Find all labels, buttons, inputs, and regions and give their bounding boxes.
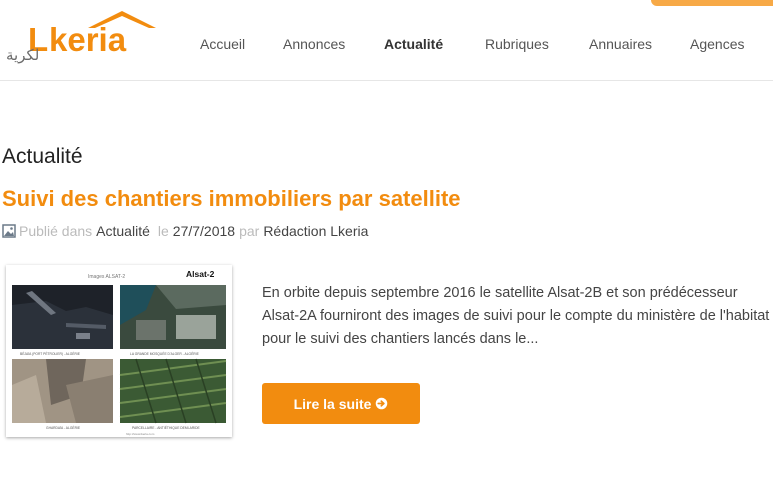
meta-category-link[interactable]: Actualité xyxy=(96,223,150,239)
site-header: L keria لكرية Accueil Annonces Actualité… xyxy=(0,0,773,81)
thumb-caption-3: GHARDAÏA - ALGÉRIE xyxy=(46,425,81,430)
page-title: Actualité xyxy=(2,145,83,168)
main-nav: Accueil Annonces Actualité Rubriques Ann… xyxy=(0,36,773,56)
meta-date: 27/7/2018 xyxy=(172,223,236,239)
image-icon xyxy=(2,224,16,238)
read-more-button[interactable]: Lire la suite xyxy=(262,383,420,424)
nav-item-rubriques[interactable]: Rubriques xyxy=(485,36,549,52)
meta-author[interactable]: Rédaction Lkeria xyxy=(263,223,368,239)
thumb-footer: http://www.lkeria.com xyxy=(126,432,155,436)
read-more-label: Lire la suite xyxy=(293,395,372,412)
thumb-badge: Alsat-2 xyxy=(186,269,215,279)
meta-date-prefix: le xyxy=(157,223,169,239)
nav-item-accueil[interactable]: Accueil xyxy=(200,36,245,52)
meta-published-label: Publié dans xyxy=(19,223,93,239)
article-thumbnail[interactable]: Images ALSAT-2 Alsat-2 BÉJAÏA (PORT PÉTR… xyxy=(6,265,232,437)
thumb-caption-2: LA GRANDE MOSQUÉE D'ALGER - ALGÉRIE xyxy=(130,351,200,356)
meta-author-prefix: par xyxy=(239,223,260,239)
circle-arrow-right-icon xyxy=(376,397,388,410)
thumb-header-text: Images ALSAT-2 xyxy=(88,274,125,280)
nav-item-annonces[interactable]: Annonces xyxy=(283,36,345,52)
nav-item-actualite[interactable]: Actualité xyxy=(384,36,443,52)
nav-item-annuaires[interactable]: Annuaires xyxy=(589,36,652,52)
article-title-link[interactable]: Suivi des chantiers immobiliers par sate… xyxy=(2,186,461,212)
thumb-caption-4: PARCELLAIRE - ANTIÉTHIQUE DEMI-ARIDE xyxy=(132,425,201,430)
thumb-caption-1: BÉJAÏA (PORT PÉTROLIER) - ALGÉRIE xyxy=(20,351,81,356)
article-excerpt: En orbite depuis septembre 2016 le satel… xyxy=(262,285,770,347)
nav-item-agences[interactable]: Agences xyxy=(690,36,744,52)
satellite-images-thumbnail: Images ALSAT-2 Alsat-2 BÉJAÏA (PORT PÉTR… xyxy=(6,265,232,437)
article-meta: Publié dans Actualité le 27/7/2018 par R… xyxy=(2,223,368,239)
header-accent-tab[interactable] xyxy=(651,0,773,6)
